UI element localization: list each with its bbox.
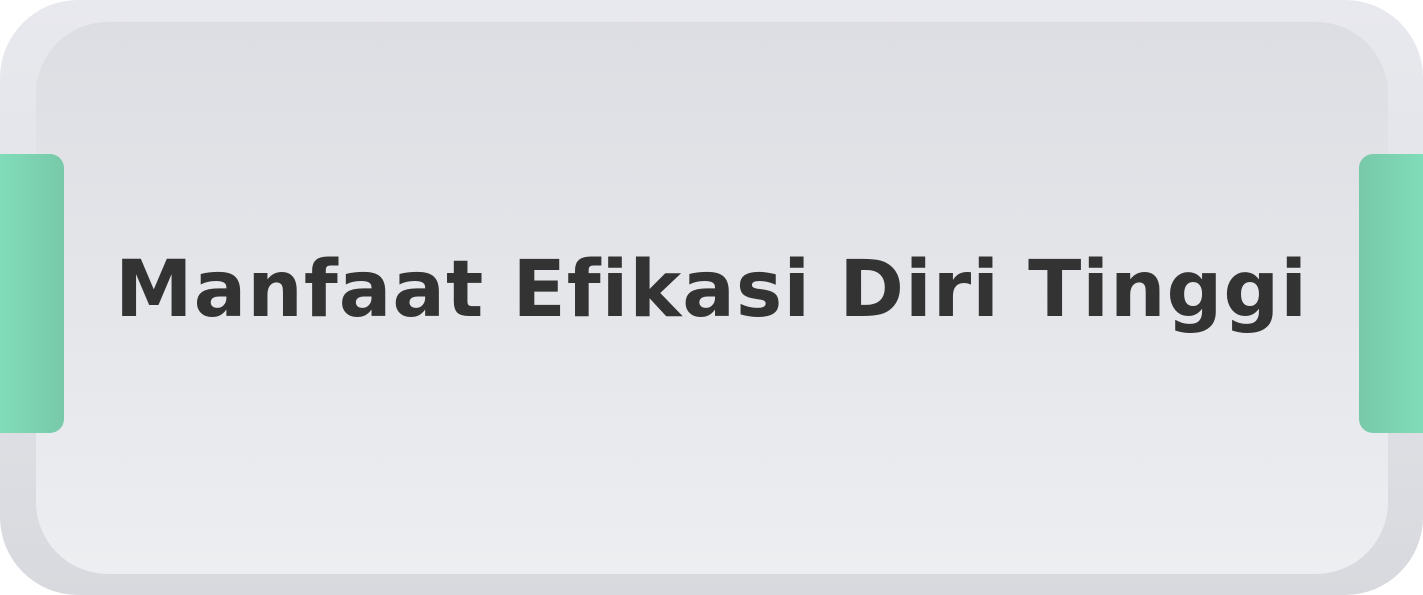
card-title: Manfaat Efikasi Diri Tinggi — [115, 245, 1308, 335]
card-frame: Manfaat Efikasi Diri Tinggi — [0, 0, 1423, 595]
left-accent-tab — [0, 154, 64, 433]
right-accent-tab — [1359, 154, 1423, 433]
